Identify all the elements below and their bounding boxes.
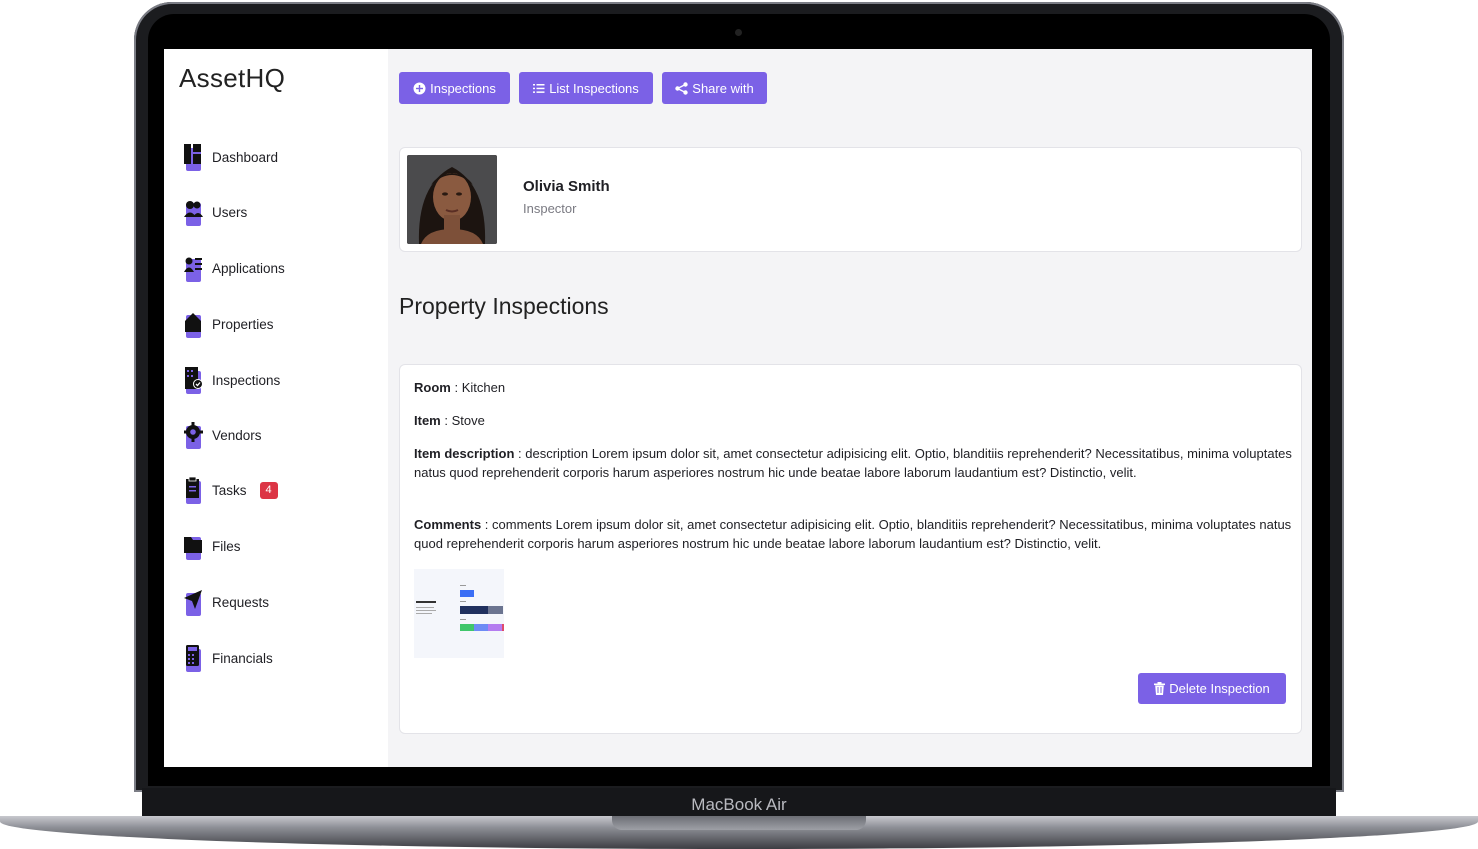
sidebar-item-inspections[interactable]: Inspections [184,365,280,395]
inspections-button[interactable]: Inspections [399,72,510,104]
sidebar-item-files[interactable]: Files [184,531,241,561]
room-value: Kitchen [461,380,506,395]
delete-inspection-label: Delete Inspection [1169,681,1270,696]
sidebar-item-requests[interactable]: Requests [184,587,269,617]
item-label: Item [414,413,441,428]
avatar [407,155,497,244]
item-description-value: description Lorem ipsum dolor sit, amet … [414,446,1292,480]
inspection-photo-thumbnail[interactable] [414,569,504,658]
trash-icon [1154,682,1166,695]
sidebar-item-vendors[interactable]: Vendors [184,420,262,450]
comments-field: Comments : comments Lorem ipsum dolor si… [414,517,1292,551]
list-inspections-button[interactable]: List Inspections [519,72,653,104]
share-icon [675,81,688,95]
item-description-label: Item description [414,446,515,461]
sidebar-item-label: Tasks [212,482,247,498]
tasks-count-badge: 4 [259,481,278,499]
building-check-icon [184,366,203,394]
sidebar-item-dashboard[interactable]: Dashboard [184,142,278,172]
dashboard-icon [184,143,203,171]
sidebar-item-label: Financials [212,650,273,666]
app-screen: AssetHQ Dashboard Users Applications Pro… [164,49,1312,767]
item-field: Item : Stove [414,413,485,428]
sidebar-item-label: Dashboard [212,149,279,165]
sidebar-item-users[interactable]: Users [184,197,247,227]
clipboard-icon [184,476,203,504]
sidebar-item-label: Inspections [212,372,281,388]
room-label: Room [414,380,451,395]
share-with-button[interactable]: Share with [662,72,767,104]
delete-inspection-button[interactable]: Delete Inspection [1138,673,1286,704]
sidebar-item-label: Properties [212,316,274,332]
sidebar-item-applications[interactable]: Applications [184,253,285,283]
device-brand: MacBook Air [691,795,787,814]
page-title: Property Inspections [399,293,609,319]
folder-icon [184,533,203,560]
gear-icon [184,421,203,449]
room-field: Room : Kitchen [414,380,506,395]
list-icon [533,83,545,94]
sidebar-item-label: Vendors [212,427,262,443]
plus-circle-icon [413,82,426,95]
house-icon [184,311,203,338]
comments-label: Comments [414,517,482,532]
sidebar-item-properties[interactable]: Properties [184,309,274,339]
laptop-notch [612,816,866,830]
paper-plane-icon [184,589,203,616]
sidebar-item-tasks[interactable]: Tasks 4 [184,475,278,505]
comments-value: comments Lorem ipsum dolor sit, amet con… [414,517,1292,551]
inspection-card: Room : Kitchen Item : Stove Item descrip… [399,364,1302,734]
applications-icon [184,255,203,282]
sidebar-item-label: Users [212,204,248,220]
app-logo: AssetHQ [179,63,286,93]
item-value: Stove [451,413,485,428]
users-icon [184,199,203,226]
sidebar-item-financials[interactable]: Financials [184,643,273,673]
sidebar-item-label: Requests [212,594,270,610]
profile-card: Olivia Smith Inspector [399,147,1302,252]
inspections-button-label: Inspections [430,80,496,96]
camera-icon [735,29,742,36]
calculator-icon [184,644,203,672]
item-description-field: Item description : description Lorem ips… [414,446,1292,480]
list-inspections-button-label: List Inspections [549,80,639,96]
share-with-button-label: Share with [692,80,754,96]
sidebar-item-label: Files [212,538,241,554]
profile-name: Olivia Smith [523,178,610,195]
sidebar: AssetHQ Dashboard Users Applications Pro… [164,49,388,767]
sidebar-item-label: Applications [212,260,285,276]
profile-role: Inspector [523,201,577,216]
